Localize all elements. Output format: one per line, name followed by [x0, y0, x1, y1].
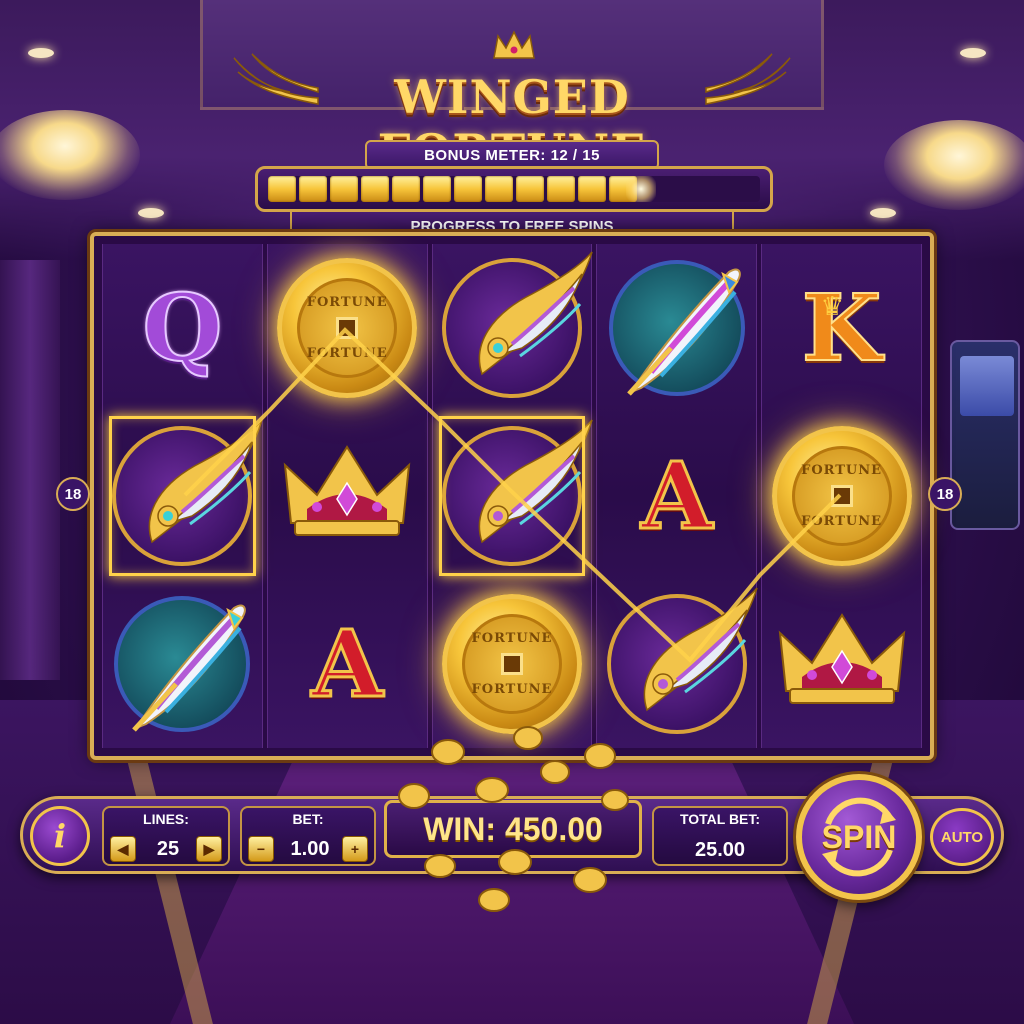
- reel-4: A: [596, 244, 758, 748]
- fortune-coin-icon: FORTUNE FORTUNE: [441, 594, 582, 734]
- info-button[interactable]: i: [30, 806, 90, 866]
- reel-cell: [433, 244, 593, 412]
- reel-cell: FORTUNE FORTUNE: [268, 244, 427, 412]
- lines-panel: LINES: ◀ 25 ▶: [102, 806, 230, 866]
- reel-cell-winning: [433, 412, 593, 580]
- lines-decrease-button[interactable]: ◀: [110, 836, 136, 862]
- reel-cell-winning: [103, 412, 264, 580]
- blue-feather-icon: [608, 260, 745, 396]
- ceiling-spotlight: [28, 48, 54, 58]
- bonus-meter-segment: [516, 176, 544, 202]
- reel-cell: [597, 244, 756, 412]
- ceiling-spotlight: [138, 208, 164, 218]
- spin-button[interactable]: SPIN: [796, 774, 922, 900]
- bet-panel: BET: − 1.00 +: [240, 806, 376, 866]
- coin-text-top: FORTUNE: [801, 463, 883, 478]
- blue-feather-icon: [114, 596, 251, 732]
- bet-decrease-button[interactable]: −: [248, 836, 274, 862]
- payline-number-left: 18: [56, 477, 90, 511]
- info-icon: i: [53, 817, 67, 855]
- ceiling-spotlight: [870, 208, 896, 218]
- total-bet-value: 25.00: [694, 839, 746, 861]
- reel-cell: [103, 580, 262, 748]
- bet-label: BET:: [292, 811, 324, 827]
- bet-value: 1.00: [290, 838, 330, 860]
- reel-cell: [762, 580, 921, 748]
- symbol-q: Q: [141, 274, 223, 382]
- reel-frame: Q FORTUNE FORTUNE A FORTUNE FORTUNE A ♛ …: [90, 232, 934, 760]
- golden-wing-icon: [112, 419, 264, 566]
- bonus-meter-label: BONUS METER: 12 / 15: [424, 146, 600, 164]
- bonus-meter-glow: [626, 176, 656, 202]
- reel-cell: ♛ K: [762, 244, 921, 412]
- auto-spin-button[interactable]: AUTO: [930, 808, 994, 866]
- bonus-meter-bar: [255, 166, 773, 212]
- logo-crown-icon: [493, 30, 535, 59]
- reel-2: FORTUNE FORTUNE A: [266, 244, 428, 748]
- bonus-meter-segment: [299, 176, 327, 202]
- coin-text-top: FORTUNE: [471, 631, 553, 646]
- reel-cell: FORTUNE FORTUNE: [433, 580, 592, 748]
- coin-text-bottom: FORTUNE: [471, 682, 553, 697]
- reel-cell: A: [597, 412, 756, 580]
- reel-cell: FORTUNE FORTUNE: [762, 412, 921, 580]
- bet-increase-button[interactable]: +: [342, 836, 368, 862]
- total-bet-label: TOTAL BET:: [679, 811, 761, 827]
- coin-text-top: FORTUNE: [306, 295, 388, 310]
- bonus-meter-segment: [547, 176, 575, 202]
- payline-number-right: 18: [928, 477, 962, 511]
- reel-cell: [268, 412, 427, 580]
- total-bet-panel: TOTAL BET: 25.00: [652, 806, 788, 866]
- bonus-meter-segment: [361, 176, 389, 202]
- bonus-meter-segment: [423, 176, 451, 202]
- symbol-a: A: [310, 610, 384, 718]
- win-amount: WIN: 450.00: [423, 810, 603, 847]
- golden-wing-icon: [441, 419, 593, 566]
- symbol-a: A: [640, 442, 714, 550]
- coin-text-bottom: FORTUNE: [306, 346, 388, 361]
- reel-cell: A: [268, 580, 427, 748]
- game-logo: WINGED FORTUNE: [230, 30, 794, 178]
- background-slot-machine: [950, 340, 1020, 530]
- golden-wing-icon: [606, 587, 758, 734]
- bonus-meter-track: [268, 176, 760, 202]
- bonus-meter-segment: [392, 176, 420, 202]
- golden-wing-icon: [441, 251, 593, 398]
- bonus-meter-fill: [268, 176, 637, 202]
- small-crown-icon: ♛: [820, 291, 844, 321]
- bonus-meter-segment: [485, 176, 513, 202]
- lines-increase-button[interactable]: ▶: [196, 836, 222, 862]
- background-pillar: [0, 260, 60, 680]
- ceiling-spotlight: [960, 48, 986, 58]
- bonus-meter-segment: [454, 176, 482, 202]
- lines-value: 25: [156, 838, 180, 860]
- reel-1: Q: [102, 244, 264, 748]
- bonus-meter-segment: [330, 176, 358, 202]
- bonus-meter-segment: [268, 176, 296, 202]
- gold-crown-icon: [277, 439, 417, 554]
- reel-cell: [597, 580, 758, 748]
- lines-label: LINES:: [143, 811, 189, 827]
- fortune-coin-icon: FORTUNE FORTUNE: [771, 426, 912, 566]
- bonus-meter-segment: [578, 176, 606, 202]
- spin-label: SPIN: [821, 818, 897, 855]
- gold-crown-icon: [772, 607, 912, 722]
- coin-text-bottom: FORTUNE: [801, 514, 883, 529]
- reel-5: ♛ K FORTUNE FORTUNE: [761, 244, 922, 748]
- reels-grid: Q FORTUNE FORTUNE A FORTUNE FORTUNE A ♛ …: [102, 244, 922, 748]
- auto-label: AUTO: [940, 828, 984, 846]
- reel-3: FORTUNE FORTUNE: [431, 244, 593, 748]
- reel-cell: Q: [103, 244, 262, 412]
- chandelier-right: [884, 120, 1024, 210]
- win-display: WIN: 450.00: [384, 800, 642, 858]
- fortune-coin-icon: FORTUNE FORTUNE: [277, 258, 418, 398]
